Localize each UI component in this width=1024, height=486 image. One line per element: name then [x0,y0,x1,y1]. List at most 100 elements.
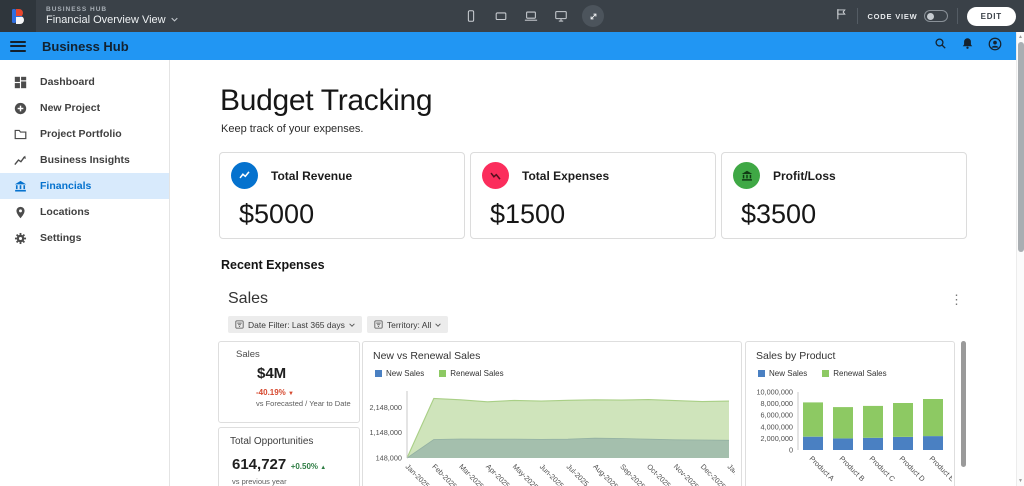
kpi-value: $4M [257,365,286,382]
legend-item-renewal-sales: Renewal Sales [439,369,503,378]
svg-text:Jul-2025: Jul-2025 [565,462,591,486]
chart-title: Sales by Product [756,350,835,362]
chevron-down-icon [435,323,441,327]
chevron-down-icon [349,323,355,327]
filter-chip-row: Date Filter: Last 365 days Territory: Al… [228,316,448,333]
edit-button[interactable]: EDIT [967,7,1016,26]
builder-logo-icon [10,8,26,24]
chart-title: New vs Renewal Sales [373,350,480,362]
kpi-value: $5000 [239,199,314,230]
filter-icon [235,320,244,329]
svg-text:Sep-2025: Sep-2025 [618,462,647,486]
legend-swatch [439,370,446,377]
app-title: Business Hub [42,39,129,54]
svg-text:Product C: Product C [868,454,897,483]
builder-top-bar: BUSINESS HUB Financial Overview View [0,0,1024,32]
kpi-value: $1500 [490,199,565,230]
kpi-context: vs Forecasted / Year to Date [256,399,351,408]
builder-logo[interactable] [0,0,36,32]
chart-legend: New Sales Renewal Sales [758,369,887,378]
sales-by-product-chart-card: Sales by Product New Sales Renewal Sales… [745,341,955,486]
svg-text:Product B: Product B [838,454,867,483]
svg-text:Mar-2025: Mar-2025 [457,462,485,486]
scroll-up-arrow[interactable]: ▲ [1017,34,1024,40]
svg-text:10,000,000: 10,000,000 [756,388,793,397]
svg-text:Jan-2025: Jan-2025 [404,462,432,486]
kpi-context: vs previous year [232,477,287,486]
sidebar-item-dashboard[interactable]: Dashboard [0,69,169,95]
main-content: Budget Tracking Keep track of your expen… [170,60,1016,486]
svg-text:8,000,000: 8,000,000 [761,399,793,408]
territory-filter-label: Territory: All [387,320,431,330]
trend-up-icon [231,162,258,189]
legend-swatch [758,370,765,377]
app-bar-actions [934,37,1002,56]
kpi-value-row: 614,727 +0.50% ▲ [232,456,326,474]
hamburger-menu-icon[interactable] [10,41,26,52]
svg-text:6,000,000: 6,000,000 [761,411,793,420]
sidebar-item-project-portfolio[interactable]: Project Portfolio [0,121,169,147]
page-subtitle: Keep track of your expenses. [221,123,363,135]
laptop-icon[interactable] [522,7,540,25]
view-selector[interactable]: Financial Overview View [46,14,178,26]
svg-text:4,000,000: 4,000,000 [761,422,793,431]
page-scrollbar[interactable]: ▲ ▼ [1016,32,1024,486]
scroll-down-arrow[interactable]: ▼ [1017,478,1024,484]
up-arrow-icon: ▲ [320,465,326,471]
svg-text:May-2025: May-2025 [511,462,540,486]
embed-scrollbar-thumb[interactable] [961,341,966,467]
section-title: Recent Expenses [221,258,325,272]
phone-icon[interactable] [462,7,480,25]
kpi-card-row: Total Revenue $5000 Total Expenses $1500 [219,152,967,239]
svg-text:Feb-2025: Feb-2025 [430,462,458,486]
sidebar-item-new-project[interactable]: New Project [0,95,169,121]
expand-icon[interactable] [582,5,604,27]
divider [957,8,958,24]
kpi-value: $3500 [741,199,816,230]
svg-text:2,000,000: 2,000,000 [761,434,793,443]
kpi-label: Total Opportunities [230,436,313,447]
territory-filter-chip[interactable]: Territory: All [367,316,448,333]
svg-text:Jan-2026: Jan-2026 [726,462,735,486]
sidebar-item-label: Settings [40,232,81,244]
svg-text:Product A: Product A [808,454,837,483]
sidebar-item-label: New Project [40,102,100,114]
sidebar-item-settings[interactable]: Settings [0,225,169,251]
account-icon[interactable] [988,37,1002,56]
kpi-card-total-expenses: Total Expenses $1500 [470,152,716,239]
svg-text:Product E: Product E [928,454,952,483]
code-view-label: CODE VIEW [867,12,917,21]
builder-app-titles: BUSINESS HUB Financial Overview View [46,6,178,25]
code-view-toggle[interactable] [924,10,948,22]
tablet-icon[interactable] [492,7,510,25]
sidebar-item-label: Business Insights [40,154,130,166]
kpi-label: Profit/Loss [773,169,836,183]
page-title: Budget Tracking [220,84,432,118]
sidebar-item-financials[interactable]: Financials [0,173,169,199]
kpi-delta: +0.50% ▲ [291,462,327,471]
date-filter-chip[interactable]: Date Filter: Last 365 days [228,316,362,333]
filter-icon [374,320,383,329]
location-pin-icon [13,205,27,219]
divider [857,8,858,24]
page-scrollbar-thumb[interactable] [1018,42,1024,252]
sidebar-item-label: Locations [40,206,90,218]
kpi-card-profit-loss: Profit/Loss $3500 [721,152,967,239]
bank-icon [13,179,27,193]
desktop-icon[interactable] [552,7,570,25]
kebab-menu-icon[interactable]: ⋮ [950,293,963,306]
notifications-bell-icon[interactable] [961,37,974,55]
kpi-delta: -40.19% ▼ [256,388,294,397]
trend-down-icon [482,162,509,189]
sales-kpi-card: Sales $4M -40.19% ▼ vs Forecasted / Year… [218,341,360,423]
flag-icon[interactable] [835,7,848,26]
insights-chart-icon [13,153,27,167]
chart-legend: New Sales Renewal Sales [375,369,504,378]
sidebar-item-locations[interactable]: Locations [0,199,169,225]
svg-text:Apr-2025: Apr-2025 [484,462,512,486]
device-preview-group [462,0,604,32]
svg-text:2,148,000: 2,148,000 [370,403,402,412]
app-window: BUSINESS HUB Financial Overview View [0,0,1024,486]
sidebar-item-business-insights[interactable]: Business Insights [0,147,169,173]
search-icon[interactable] [934,37,947,55]
